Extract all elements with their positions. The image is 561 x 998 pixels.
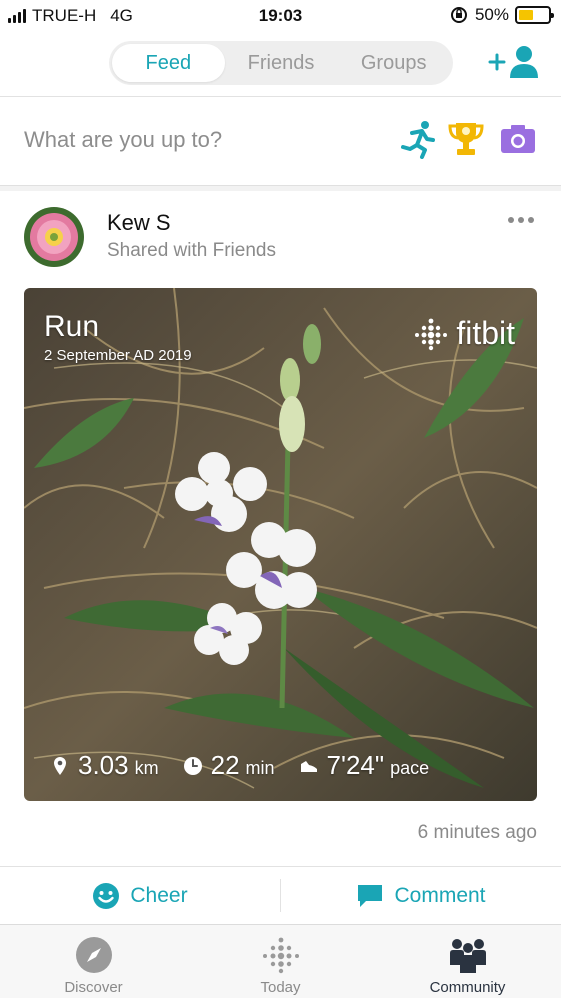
nav-today-label: Today [260,979,301,996]
comment-label: Comment [394,883,486,907]
nav-today[interactable]: Today [187,925,374,998]
duration-value: 22 [210,750,240,780]
pace-unit: pace [390,758,430,778]
duration-stat: 22 min [183,750,275,781]
community-icon [449,939,486,973]
fitbit-logo: fitbit [414,315,515,352]
compass-icon [75,937,112,973]
status-right: 50% [449,5,554,25]
battery-percent: 50% [474,5,509,24]
clock-icon [183,756,202,775]
brand-name: fitbit [456,315,515,351]
flower-photo [24,288,537,801]
comment-icon [358,884,383,907]
feed-tabs: Feed Friends Groups [109,41,453,85]
cheer-button[interactable]: Cheer [0,879,281,912]
tab-groups[interactable]: Groups [337,44,450,82]
nav-community[interactable]: Community [374,925,561,998]
add-friend-icon[interactable] [486,44,542,80]
avatar[interactable] [24,207,84,267]
cheer-label: Cheer [130,883,188,907]
camera-icon[interactable] [498,119,538,159]
battery-icon [515,6,554,24]
run-icon[interactable] [398,119,438,159]
fitbit-dots-icon [415,318,448,350]
activity-card[interactable]: Run 2 September AD 2019 fitbit 3.03 km 2… [24,288,537,801]
location-pin-icon [54,756,66,775]
bottom-nav: Discover Today Community [0,924,561,998]
section-divider [0,185,561,191]
more-options-icon[interactable] [508,213,538,227]
orientation-lock-icon [450,7,467,23]
composer[interactable]: What are you up to? [0,97,561,185]
post-actions: Cheer Comment [0,866,561,924]
activity-title: Run [44,310,100,343]
composer-prompt[interactable]: What are you up to? [24,127,222,153]
post-visibility: Shared with Friends [107,240,276,261]
fitbit-dots-icon [262,937,299,974]
nav-discover-label: Discover [64,979,123,996]
trophy-icon[interactable] [446,119,486,159]
pace-stat: 7'24" pace [299,750,430,781]
post-timestamp: 6 minutes ago [417,822,537,843]
distance-stat: 3.03 km [50,750,159,781]
post-author[interactable]: Kew S [107,210,171,236]
activity-stats: 3.03 km 22 min 7'24" pace [50,750,453,781]
distance-unit: km [134,758,159,778]
distance-value: 3.03 [78,750,129,780]
nav-community-label: Community [429,979,506,996]
tab-feed[interactable]: Feed [112,44,225,82]
smile-icon [93,882,120,909]
status-bar: TRUE-H 4G 19:03 50% [0,0,561,34]
tab-friends[interactable]: Friends [225,44,338,82]
duration-unit: min [245,758,275,778]
comment-button[interactable]: Comment [281,867,561,924]
shoe-icon [300,760,317,772]
pace-value: 7'24" [326,750,385,780]
nav-discover[interactable]: Discover [0,925,187,998]
activity-date: 2 September AD 2019 [44,347,192,364]
